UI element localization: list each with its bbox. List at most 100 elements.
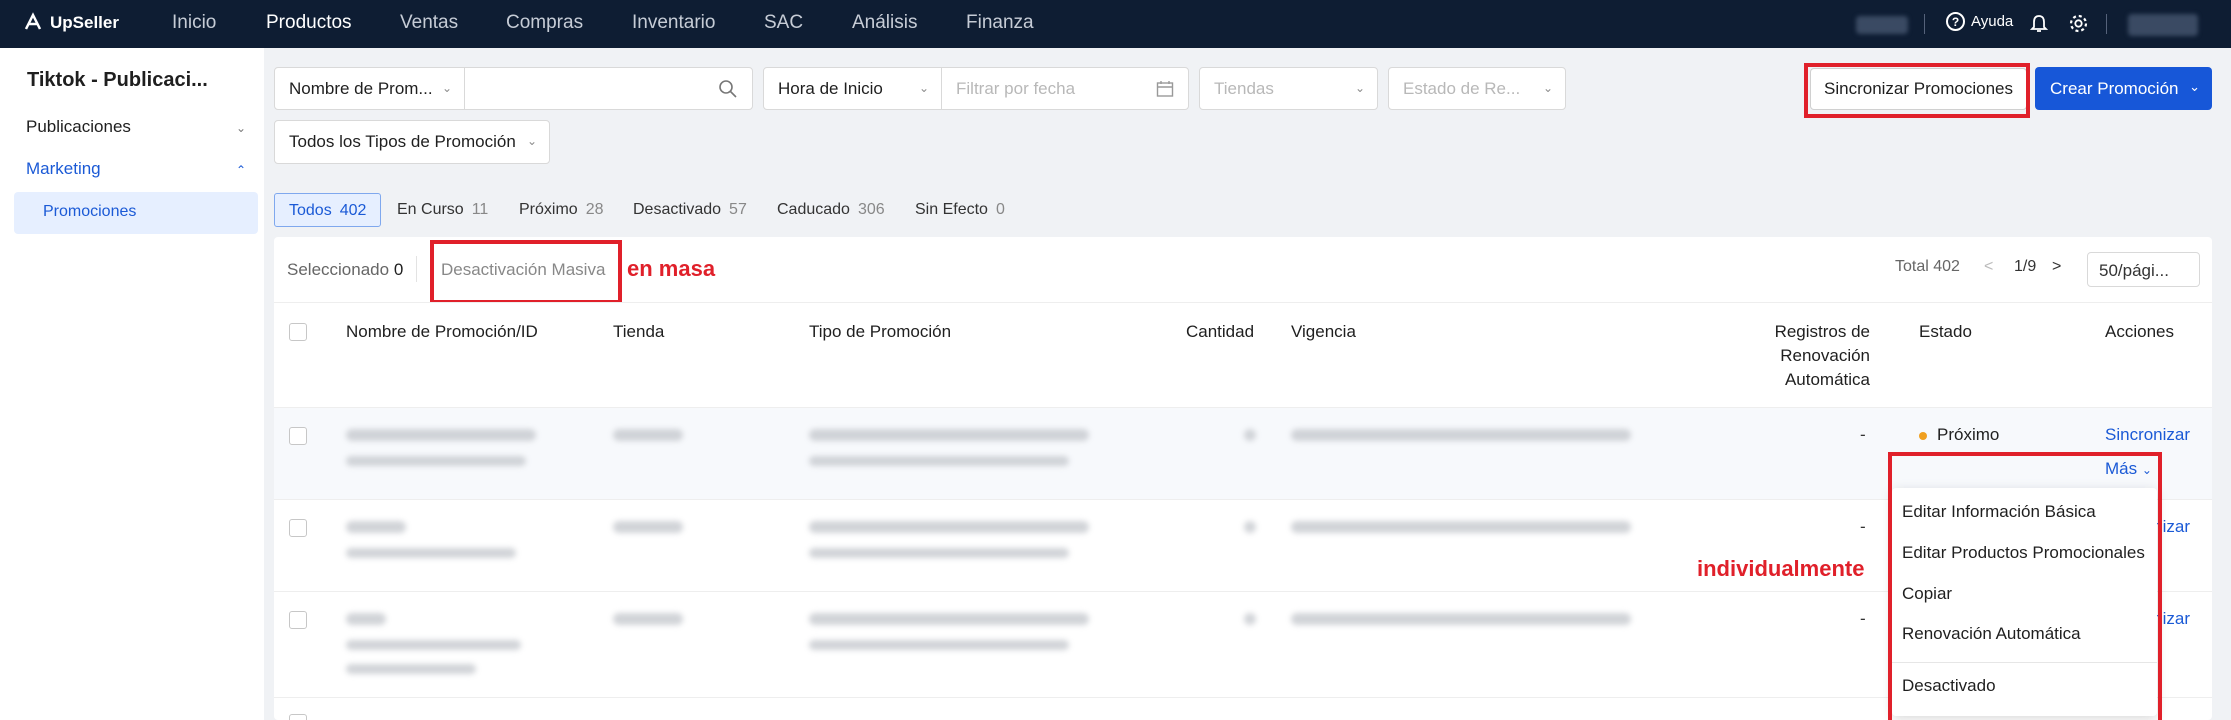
promo-id-blurred bbox=[346, 640, 521, 650]
chevron-down-icon: ⌄ bbox=[526, 134, 537, 148]
upseller-logo[interactable]: UpSeller bbox=[22, 12, 119, 34]
annotation-box-individual bbox=[1888, 452, 2162, 720]
nav-analisis[interactable]: Análisis bbox=[852, 12, 917, 34]
sync-row-button[interactable]: Sincronizar bbox=[2105, 425, 2190, 445]
row-checkbox[interactable] bbox=[289, 714, 307, 720]
search-type-select[interactable]: Nombre de Prom... ⌄ bbox=[274, 67, 465, 110]
status-select[interactable]: Estado de Re... ⌄ bbox=[1388, 67, 1566, 110]
promo-name-blurred bbox=[346, 613, 386, 625]
promo-name-blurred bbox=[346, 521, 406, 533]
quantity-blurred bbox=[1244, 429, 1256, 441]
sidebar-title: Tiktok - Publicaci... bbox=[27, 69, 208, 91]
tab-proximo[interactable]: Próximo 28 bbox=[519, 193, 603, 227]
col-registros-3: Automática bbox=[1784, 370, 1870, 389]
quantity-blurred bbox=[1244, 521, 1256, 533]
col-nombre: Nombre de Promoción/ID bbox=[346, 322, 538, 341]
logo-icon bbox=[24, 12, 42, 30]
stores-select[interactable]: Tiendas ⌄ bbox=[1199, 67, 1378, 110]
divider bbox=[416, 256, 417, 282]
tab-todos[interactable]: Todos 402 bbox=[274, 193, 382, 227]
promo-name-blurred bbox=[346, 429, 536, 441]
col-acciones: Acciones bbox=[2105, 322, 2174, 341]
nav-inicio[interactable]: Inicio bbox=[172, 12, 216, 34]
prev-page-icon[interactable]: < bbox=[1984, 258, 1993, 276]
chevron-down-icon: ⌄ bbox=[1354, 81, 1365, 95]
sidebar-item-publicaciones[interactable]: Publicaciones bbox=[26, 117, 131, 137]
select-all-checkbox[interactable] bbox=[289, 323, 307, 341]
store-blurred bbox=[613, 429, 683, 441]
chevron-down-icon: ⌄ bbox=[2189, 79, 2200, 94]
nav-compras[interactable]: Compras bbox=[506, 12, 583, 34]
promo-type-blurred bbox=[809, 429, 1089, 441]
nav-ventas[interactable]: Ventas bbox=[400, 12, 458, 34]
nav-sac[interactable]: SAC bbox=[764, 12, 803, 34]
calendar-icon bbox=[1156, 81, 1174, 97]
tab-caducado[interactable]: Caducado 306 bbox=[777, 193, 885, 227]
store-blurred bbox=[613, 613, 683, 625]
renewal-records: - bbox=[1860, 609, 1866, 628]
selected-count: Seleccionado 0 bbox=[287, 260, 404, 279]
total-count: Total 402 bbox=[1895, 258, 1960, 275]
table-header: Nombre de Promoción/ID Tienda Tipo de Pr… bbox=[274, 302, 2212, 408]
row-checkbox[interactable] bbox=[289, 519, 307, 537]
promo-subtype-blurred bbox=[809, 456, 1069, 466]
top-nav-bar: UpSeller Inicio Productos Ventas Compras… bbox=[0, 0, 2231, 48]
col-tipo: Tipo de Promoción bbox=[809, 322, 952, 341]
validity-blurred bbox=[1291, 429, 1631, 441]
account-blurred[interactable] bbox=[2128, 14, 2198, 36]
row-checkbox[interactable] bbox=[289, 611, 307, 629]
logo-text: UpSeller bbox=[50, 13, 119, 32]
col-tienda: Tienda bbox=[613, 322, 665, 341]
promo-id-blurred bbox=[346, 548, 516, 558]
page-size-select[interactable]: 50/pági... bbox=[2087, 252, 2200, 287]
create-promotion-label: Crear Promoción bbox=[2050, 79, 2179, 98]
chevron-up-icon[interactable]: ⌃ bbox=[236, 163, 246, 177]
col-registros-1: Registros de bbox=[1774, 322, 1870, 341]
promo-tag-blurred bbox=[346, 664, 476, 674]
help-button[interactable]: ? Ayuda bbox=[1946, 12, 2013, 31]
time-type-select[interactable]: Hora de Inicio ⌄ bbox=[763, 67, 942, 110]
chevron-down-icon[interactable]: ⌄ bbox=[236, 121, 246, 135]
validity-blurred bbox=[1291, 613, 1631, 625]
date-filter-input[interactable]: Filtrar por fecha bbox=[941, 67, 1189, 110]
sidebar-item-promociones[interactable]: Promociones bbox=[14, 192, 258, 234]
nav-inventario[interactable]: Inventario bbox=[632, 12, 715, 34]
annotation-individualmente: individualmente bbox=[1697, 556, 1865, 581]
tab-desactivado[interactable]: Desactivado 57 bbox=[633, 193, 747, 227]
page-indicator: 1/9 bbox=[2014, 258, 2037, 275]
store-blurred bbox=[613, 521, 683, 533]
bell-icon[interactable] bbox=[2030, 14, 2048, 34]
help-label: Ayuda bbox=[1971, 13, 2014, 30]
status-badge: Próximo bbox=[1919, 425, 1999, 445]
tab-en-curso[interactable]: En Curso 11 bbox=[397, 193, 488, 227]
sidebar-item-marketing[interactable]: Marketing bbox=[26, 159, 101, 179]
search-icon[interactable] bbox=[718, 79, 738, 99]
status-dot-icon bbox=[1919, 431, 1927, 440]
annotation-box-sync bbox=[1804, 63, 2030, 118]
help-icon: ? bbox=[1946, 12, 1965, 31]
col-vigencia: Vigencia bbox=[1291, 322, 1356, 341]
quantity-blurred bbox=[1244, 613, 1256, 625]
sidebar: Tiktok - Publicaci... Publicaciones ⌄ Ma… bbox=[0, 48, 264, 720]
sidebar-subitem-label: Promociones bbox=[43, 203, 137, 220]
search-input[interactable] bbox=[464, 67, 753, 110]
next-page-icon[interactable]: > bbox=[2052, 258, 2061, 276]
annotation-box-mass bbox=[430, 240, 622, 304]
renewal-records: - bbox=[1860, 517, 1866, 536]
row-checkbox[interactable] bbox=[289, 427, 307, 445]
nav-productos[interactable]: Productos bbox=[266, 12, 352, 34]
promo-subtype-blurred bbox=[809, 640, 1069, 650]
tab-sin-efecto[interactable]: Sin Efecto 0 bbox=[915, 193, 1005, 227]
promo-type-blurred bbox=[809, 521, 1089, 533]
col-cantidad: Cantidad bbox=[1186, 322, 1255, 341]
renewal-records: - bbox=[1860, 425, 1866, 444]
promo-type-select[interactable]: Todos los Tipos de Promoción ⌄ bbox=[274, 120, 550, 164]
promo-id-blurred bbox=[346, 456, 526, 466]
validity-blurred bbox=[1291, 521, 1631, 533]
gear-icon[interactable] bbox=[2068, 13, 2089, 34]
chevron-down-icon: ⌄ bbox=[918, 81, 929, 95]
create-promotion-button[interactable]: Crear Promoción ⌄ bbox=[2035, 67, 2212, 110]
col-estado: Estado bbox=[1919, 322, 1972, 341]
col-registros-2: Renovación bbox=[1780, 346, 1870, 365]
nav-finanza[interactable]: Finanza bbox=[966, 12, 1034, 34]
